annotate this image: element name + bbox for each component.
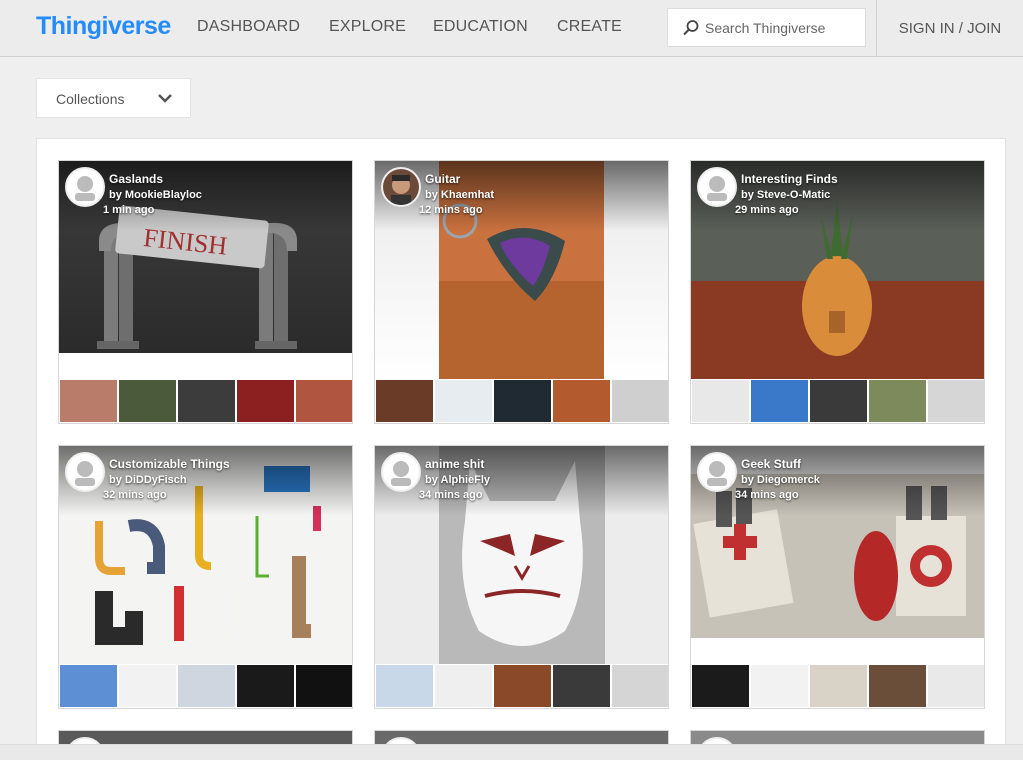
thumbnail[interactable] <box>612 665 668 707</box>
thingiverse-logo[interactable]: Thingiverse <box>36 12 171 41</box>
default-avatar-icon[interactable] <box>697 452 737 492</box>
thumbnail[interactable] <box>296 665 352 707</box>
thumbnail[interactable] <box>869 380 926 422</box>
collection-title[interactable]: Gaslands <box>109 172 163 186</box>
thumbnail[interactable] <box>692 380 749 422</box>
collection-time: 12 mins ago <box>419 204 483 216</box>
thumbnail[interactable] <box>553 380 610 422</box>
thumbnail[interactable] <box>376 380 433 422</box>
thumbnail[interactable] <box>178 380 235 422</box>
collection-main-image[interactable]: Guitar by Khaemhat 12 mins ago <box>375 161 668 379</box>
thumbnail-strip <box>692 380 984 422</box>
collection-title[interactable]: Interesting Finds <box>741 172 838 186</box>
thumbnail[interactable] <box>928 665 984 707</box>
collection-title[interactable]: Customizable Things <box>109 457 230 471</box>
thumbnail[interactable] <box>810 380 867 422</box>
collection-main-image[interactable]: FINISH Gaslands by MookieBlayloc 1 min a… <box>59 161 352 379</box>
nav-dashboard[interactable]: DASHBOARD <box>197 18 300 36</box>
search-icon <box>683 20 699 36</box>
nav-explore[interactable]: EXPLORE <box>329 18 406 36</box>
sign-in-join-link[interactable]: SIGN IN / JOIN <box>876 0 1023 57</box>
thumbnail[interactable] <box>237 665 294 707</box>
thumbnail[interactable] <box>692 665 749 707</box>
collection-author[interactable]: by DiDDyFisch <box>109 474 187 486</box>
thumbnail[interactable] <box>435 380 492 422</box>
search-box[interactable] <box>667 8 866 47</box>
default-avatar-icon[interactable] <box>65 167 105 207</box>
nav-create[interactable]: CREATE <box>557 18 622 36</box>
thumbnail-strip <box>692 665 984 707</box>
collection-time: 34 mins ago <box>419 489 483 501</box>
thumbnail[interactable] <box>119 665 176 707</box>
collection-title[interactable]: Geek Stuff <box>741 457 801 471</box>
thumbnail[interactable] <box>494 380 551 422</box>
thumbnail[interactable] <box>553 665 610 707</box>
collection-time: 29 mins ago <box>735 204 799 216</box>
thumbnail[interactable] <box>178 665 235 707</box>
chevron-down-icon <box>158 94 172 103</box>
collection-author[interactable]: by Diegomerck <box>741 474 820 486</box>
collection-time: 34 mins ago <box>735 489 799 501</box>
thumbnail[interactable] <box>494 665 551 707</box>
collection-time: 1 min ago <box>103 204 155 216</box>
thumbnail[interactable] <box>612 380 668 422</box>
default-avatar-icon[interactable] <box>381 452 421 492</box>
collection-card-interesting-finds[interactable]: Interesting Finds by Steve-O-Matic 29 mi… <box>690 160 985 424</box>
thumbnail[interactable] <box>869 665 926 707</box>
default-avatar-icon[interactable] <box>697 167 737 207</box>
user-avatar[interactable] <box>381 167 421 207</box>
collection-card-anime[interactable]: anime shit by AlphieFly 34 mins ago <box>374 445 669 709</box>
thumbnail[interactable] <box>751 380 808 422</box>
thumbnail-strip <box>376 665 668 707</box>
thumbnail-strip <box>60 665 352 707</box>
bottom-scroll-area <box>0 744 1023 760</box>
collection-author[interactable]: by AlphieFly <box>425 474 490 486</box>
collection-main-image[interactable]: Customizable Things by DiDDyFisch 32 min… <box>59 446 352 664</box>
collection-card-customizable-things[interactable]: Customizable Things by DiDDyFisch 32 min… <box>58 445 353 709</box>
thumbnail[interactable] <box>751 665 808 707</box>
thumbnail[interactable] <box>237 380 294 422</box>
collection-card-guitar[interactable]: Guitar by Khaemhat 12 mins ago <box>374 160 669 424</box>
thumbnail[interactable] <box>60 380 117 422</box>
collection-title[interactable]: Guitar <box>425 172 460 186</box>
collection-main-image[interactable]: anime shit by AlphieFly 34 mins ago <box>375 446 668 664</box>
thumbnail[interactable] <box>60 665 117 707</box>
thumbnail[interactable] <box>376 665 433 707</box>
collections-grid: FINISH Gaslands by MookieBlayloc 1 min a… <box>36 138 1006 760</box>
default-avatar-icon[interactable] <box>65 452 105 492</box>
thumbnail[interactable] <box>119 380 176 422</box>
collection-time: 32 mins ago <box>103 489 167 501</box>
collection-author[interactable]: by MookieBlayloc <box>109 189 202 201</box>
thumbnail[interactable] <box>435 665 492 707</box>
collections-label: Collections <box>56 91 125 107</box>
thumbnail[interactable] <box>810 665 867 707</box>
collections-dropdown[interactable]: Collections <box>36 78 191 118</box>
collection-main-image[interactable]: Interesting Finds by Steve-O-Matic 29 mi… <box>691 161 984 379</box>
thumbnail-strip <box>60 380 352 422</box>
search-input[interactable] <box>705 9 863 46</box>
collection-main-image[interactable]: Geek Stuff by Diegomerck 34 mins ago <box>691 446 984 664</box>
collection-author[interactable]: by Khaemhat <box>425 189 494 201</box>
collection-title[interactable]: anime shit <box>425 457 484 471</box>
collection-author[interactable]: by Steve-O-Matic <box>741 189 830 201</box>
nav-education[interactable]: EDUCATION <box>433 18 528 36</box>
collection-card-gaslands[interactable]: FINISH Gaslands by MookieBlayloc 1 min a… <box>58 160 353 424</box>
top-header: Thingiverse DASHBOARD EXPLORE EDUCATION … <box>0 0 1023 57</box>
thumbnail[interactable] <box>296 380 352 422</box>
thumbnail[interactable] <box>928 380 984 422</box>
thumbnail-strip <box>376 380 668 422</box>
collection-card-geek-stuff[interactable]: Geek Stuff by Diegomerck 34 mins ago <box>690 445 985 709</box>
